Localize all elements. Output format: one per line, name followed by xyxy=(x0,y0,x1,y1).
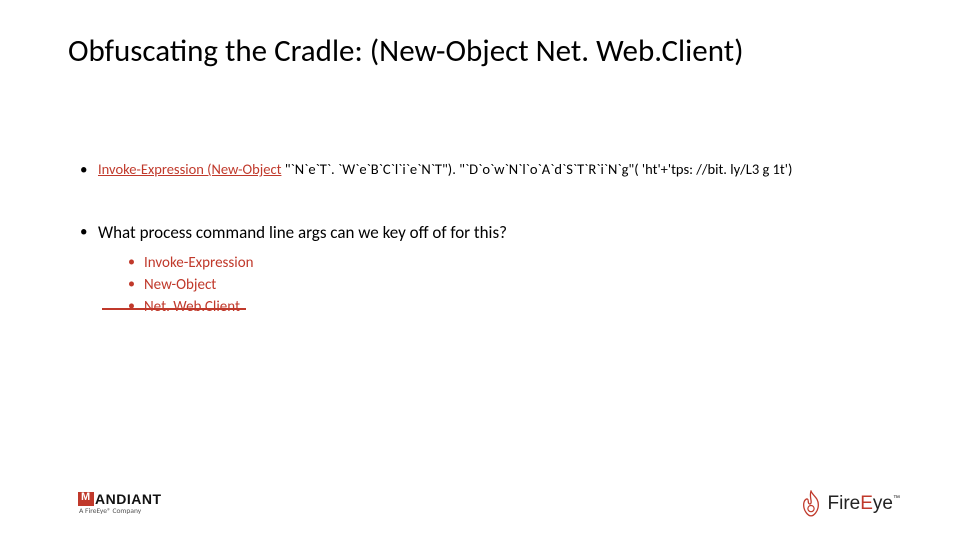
slide-title: Obfuscating the Cradle: (New-Object Net.… xyxy=(68,32,743,70)
question-text: What process command line args can we ke… xyxy=(98,222,507,243)
code-bullet: Invoke-Expression (New-Object "`N`e`T`. … xyxy=(80,160,900,180)
mandiant-mark-icon xyxy=(78,492,94,506)
key-item-invoke: Invoke-Expression xyxy=(128,253,900,273)
key-item-newobject: New-Object xyxy=(128,275,900,295)
code-highlight: Invoke-Expression (New-Object xyxy=(98,160,281,178)
trademark-icon: ™ xyxy=(893,495,900,502)
fireeye-logo: FireEye™ xyxy=(800,490,901,518)
code-remainder: "`N`e`T`. `W`e`B`C`l`i`e`N`T"). "`D`o`w`… xyxy=(281,160,792,178)
slide-body: Invoke-Expression (New-Object "`N`e`T`. … xyxy=(80,160,900,327)
strike-line xyxy=(102,308,246,310)
fireeye-post: ye xyxy=(873,493,893,514)
fireeye-e: E xyxy=(860,493,873,514)
mandiant-logo: ANDIANT A FireEye® Company xyxy=(78,492,162,516)
mandiant-word: ANDIANT xyxy=(95,492,162,506)
flame-icon xyxy=(800,490,822,518)
footer: ANDIANT A FireEye® Company FireEye™ xyxy=(78,490,900,518)
key-item-netwebclient: Net. Web.Client xyxy=(128,297,900,317)
slide: Obfuscating the Cradle: (New-Object Net.… xyxy=(0,0,960,540)
fireeye-word: FireEye™ xyxy=(828,493,901,515)
key-item-netwebclient-text: Net. Web.Client xyxy=(144,298,240,316)
question-bullet: What process command line args can we ke… xyxy=(80,222,900,318)
mandiant-subtext: A FireEye® Company xyxy=(79,508,162,516)
fireeye-pre: Fire xyxy=(828,493,861,514)
